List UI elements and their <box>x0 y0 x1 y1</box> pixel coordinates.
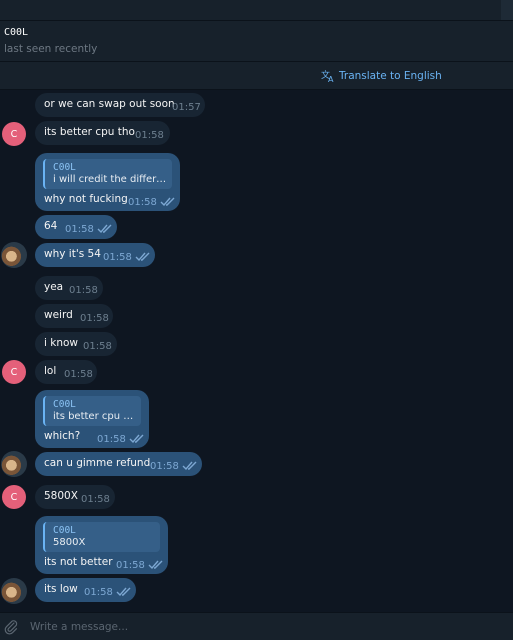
message-time: 01:58 <box>69 285 98 296</box>
message-time: 01:58 <box>81 494 110 505</box>
scrollbar-nub[interactable] <box>501 0 513 20</box>
message-time: 01:58 <box>103 252 132 263</box>
avatar[interactable]: C <box>2 360 26 384</box>
message-bubble[interactable]: C00L i will credit the differe... why no… <box>35 153 180 211</box>
message-time: 01:58 <box>128 197 157 208</box>
message-bubble[interactable]: yea 01:58 <box>35 276 103 300</box>
message-bubble[interactable]: or we can swap out soon 01:57 <box>35 93 205 117</box>
reply-quote[interactable]: C00L i will credit the differe... <box>43 159 172 189</box>
chat-title[interactable]: C00L <box>4 27 28 38</box>
message-bubble[interactable]: why it's 54 01:58 <box>35 243 155 267</box>
message-time: 01:58 <box>116 560 145 571</box>
avatar[interactable] <box>1 578 27 604</box>
reply-text: i will credit the differe... <box>53 174 168 185</box>
message-time: 01:58 <box>65 224 94 235</box>
avatar[interactable] <box>1 242 27 268</box>
read-check-icon <box>182 461 197 471</box>
message-bubble[interactable]: 64 01:58 <box>35 215 117 239</box>
translate-button[interactable]: 文 A Translate to English <box>321 68 442 84</box>
message-text: its low <box>44 583 78 595</box>
reply-author: C00L <box>53 162 76 173</box>
avatar[interactable] <box>1 451 27 477</box>
reply-text: its better cpu tho <box>53 411 137 422</box>
svg-text:A: A <box>328 75 334 83</box>
translate-icon: 文 A <box>321 69 334 83</box>
message-bubble[interactable]: its better cpu tho 01:58 <box>35 121 170 145</box>
message-text: weird <box>44 309 73 321</box>
message-list[interactable]: or we can swap out soon 01:57 C its bett… <box>0 90 513 612</box>
read-check-icon <box>129 434 144 444</box>
reply-author: C00L <box>53 525 76 536</box>
reply-author: C00L <box>53 399 76 410</box>
message-time: 01:58 <box>97 434 126 445</box>
message-bubble[interactable]: 5800X 01:58 <box>35 485 115 509</box>
message-bubble[interactable]: can u gimme refund 01:58 <box>35 452 202 476</box>
reply-text: 5800X <box>53 537 86 548</box>
read-check-icon <box>116 587 131 597</box>
message-bubble[interactable]: its low 01:58 <box>35 578 136 602</box>
message-time: 01:58 <box>80 313 109 324</box>
message-text: why it's 54 <box>44 248 101 260</box>
message-bubble[interactable]: lol 01:58 <box>35 360 97 384</box>
message-text: can u gimme refund <box>44 457 151 469</box>
translate-bar: 文 A Translate to English <box>0 62 513 90</box>
message-time: 01:58 <box>84 587 113 598</box>
message-bubble[interactable]: weird 01:58 <box>35 304 113 328</box>
window-top-strip <box>0 0 513 20</box>
message-text: or we can swap out soon <box>44 98 175 110</box>
message-text: yea <box>44 281 64 293</box>
message-text: 5800X <box>44 490 78 502</box>
message-time: 01:58 <box>64 369 93 380</box>
message-text: which? <box>44 430 81 442</box>
read-check-icon <box>148 560 163 570</box>
message-text: 64 <box>44 220 58 232</box>
translate-label: Translate to English <box>339 70 442 82</box>
chat-header[interactable]: C00L last seen recently <box>0 20 513 62</box>
message-time: 01:58 <box>83 341 112 352</box>
message-text: its not better <box>44 556 113 568</box>
message-time: 01:57 <box>172 102 201 113</box>
avatar[interactable]: C <box>2 122 26 146</box>
message-bubble[interactable]: i know 01:58 <box>35 332 117 356</box>
message-composer <box>0 612 513 640</box>
message-text: why not fucking <box>44 193 128 205</box>
read-check-icon <box>97 224 112 234</box>
read-check-icon <box>160 197 175 207</box>
avatar[interactable]: C <box>2 485 26 509</box>
message-text: its better cpu tho <box>44 126 135 138</box>
read-check-icon <box>135 252 150 262</box>
reply-quote[interactable]: C00L its better cpu tho <box>43 396 141 426</box>
reply-quote[interactable]: C00L 5800X <box>43 522 160 552</box>
message-text: i know <box>44 337 79 349</box>
message-input[interactable] <box>30 618 490 636</box>
chat-status: last seen recently <box>4 43 98 55</box>
message-bubble[interactable]: C00L its better cpu tho which? 01:58 <box>35 390 149 448</box>
message-time: 01:58 <box>135 130 164 141</box>
paperclip-icon[interactable] <box>3 619 19 635</box>
message-time: 01:58 <box>150 461 179 472</box>
message-text: lol <box>44 365 57 377</box>
message-bubble[interactable]: C00L 5800X its not better 01:58 <box>35 516 168 574</box>
